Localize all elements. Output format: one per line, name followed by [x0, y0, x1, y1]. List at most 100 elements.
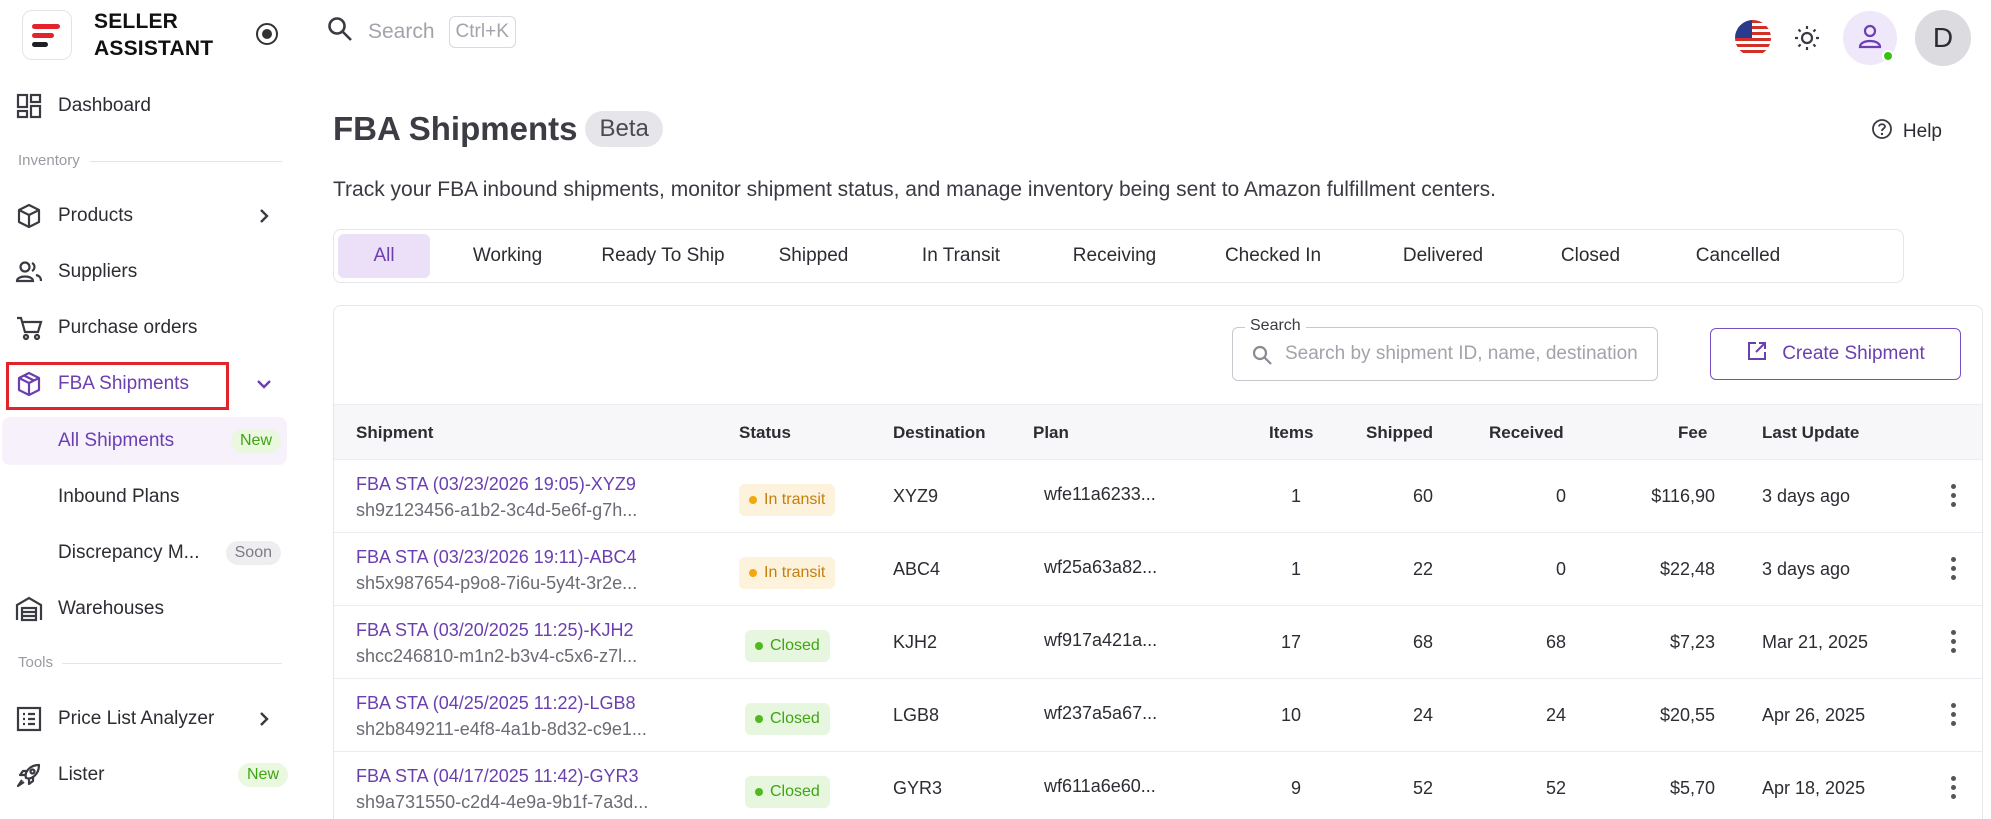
help-button[interactable]: Help: [1871, 118, 1942, 146]
tab-ready-to-ship[interactable]: Ready To Ship: [585, 234, 741, 278]
highlight-box: [6, 362, 229, 410]
brand[interactable]: SELLER ASSISTANT: [22, 8, 213, 62]
column-header-shipment[interactable]: Shipment: [356, 423, 433, 443]
us-flag-icon[interactable]: [1735, 20, 1771, 56]
page-description: Track your FBA inbound shipments, monito…: [333, 178, 1496, 201]
sidebar-item-price-list-analyzer[interactable]: Price List Analyzer: [14, 699, 214, 739]
shipment-name-link[interactable]: FBA STA (03/20/2025 11:25)-KJH2: [356, 620, 634, 641]
shipped-cell: 68: [1412, 632, 1433, 652]
column-header-status[interactable]: Status: [739, 423, 791, 443]
create-shipment-button[interactable]: Create Shipment: [1710, 328, 1961, 380]
fee-cell: $5,70: [1669, 778, 1715, 798]
tab-shipped[interactable]: Shipped: [741, 234, 886, 278]
chevron-right-icon[interactable]: [252, 707, 276, 731]
table-row[interactable]: FBA STA (03/23/2026 19:11)-ABC4 sh5x9876…: [334, 533, 1982, 606]
dashboard-icon: [14, 91, 44, 121]
fee-cell: $20,55: [1659, 705, 1715, 725]
sidebar-item-products[interactable]: Products: [14, 196, 133, 236]
warehouse-icon: [14, 594, 44, 624]
table-row[interactable]: FBA STA (03/23/2026 19:05)-XYZ9 sh9z1234…: [334, 460, 1982, 533]
last-update-cell: Mar 21, 2025: [1762, 632, 1869, 652]
chevron-right-icon[interactable]: [252, 204, 276, 228]
sidebar-item-purchase-orders[interactable]: Purchase orders: [14, 308, 197, 348]
status-text: In transit: [764, 491, 826, 508]
column-header-last-update[interactable]: Last Update: [1762, 423, 1859, 443]
more-vertical-icon[interactable]: [1950, 776, 1956, 799]
plan-link[interactable]: wfe11a6233...: [1044, 484, 1156, 505]
sidebar-item-warehouses[interactable]: Warehouses: [14, 589, 164, 629]
help-label: Help: [1902, 121, 1942, 142]
plan-link[interactable]: wf237a5a67...: [1044, 703, 1157, 724]
shipment-search-field[interactable]: Search Search by shipment ID, name, dest…: [1232, 317, 1658, 381]
plan-link[interactable]: wf917a421a...: [1044, 630, 1157, 651]
column-header-destination[interactable]: Destination: [893, 423, 986, 443]
sidebar-item-label: Warehouses: [58, 598, 164, 619]
items-cell: 17: [1280, 632, 1301, 652]
shipment-id: sh5x987654-p9o8-7i6u-5y4t-3r2e...: [356, 573, 638, 593]
fee-cell: $116,90: [1651, 486, 1715, 506]
shipments-card: Search Search by shipment ID, name, dest…: [333, 305, 1983, 819]
list-alt-icon: [14, 704, 44, 734]
shipment-id: shcc246810-m1n2-b3v4-c5x6-z7l...: [356, 646, 638, 666]
more-vertical-icon[interactable]: [1950, 557, 1956, 580]
column-header-shipped[interactable]: Shipped: [1366, 423, 1433, 443]
table-row[interactable]: FBA STA (04/25/2025 11:22)-LGB8 sh2b8492…: [334, 679, 1982, 752]
status-tabs: All Working Ready To Ship Shipped In Tra…: [333, 229, 1904, 283]
chevron-down-icon[interactable]: [252, 372, 276, 396]
tab-in-transit[interactable]: In Transit: [886, 234, 1036, 278]
column-header-plan[interactable]: Plan: [1033, 423, 1069, 443]
shipment-name-link[interactable]: FBA STA (03/23/2026 19:05)-XYZ9: [356, 474, 636, 495]
shipped-cell: 52: [1412, 778, 1433, 798]
user-menu-button[interactable]: [1843, 11, 1897, 65]
table-row[interactable]: FBA STA (04/17/2025 11:42)-GYR3 sh9a7315…: [334, 752, 1982, 819]
more-vertical-icon[interactable]: [1950, 703, 1956, 726]
tab-working[interactable]: Working: [430, 234, 585, 278]
global-search[interactable]: Search Ctrl+K: [326, 15, 516, 48]
section-divider: [62, 663, 282, 664]
plan-link[interactable]: wf611a6e60...: [1044, 776, 1156, 797]
tab-all[interactable]: All: [338, 234, 430, 278]
status-badge: Closed: [745, 630, 830, 662]
tab-checked-in[interactable]: Checked In: [1193, 234, 1353, 278]
sidebar-item-lister[interactable]: Lister New: [14, 755, 288, 795]
shipment-name-link[interactable]: FBA STA (03/23/2026 19:11)-ABC4: [356, 547, 637, 568]
column-header-received[interactable]: Received: [1489, 423, 1564, 443]
external-link-icon: [1746, 340, 1768, 368]
sidebar: SELLER ASSISTANT Dashboard Inventory Pro…: [0, 0, 292, 819]
status-text: Closed: [770, 710, 820, 727]
sun-icon[interactable]: [1789, 20, 1825, 56]
brand-name-line1: SELLER: [94, 10, 179, 33]
sidebar-subitem-all-shipments[interactable]: All Shipments New: [2, 417, 287, 465]
radio-toggle-icon[interactable]: [256, 23, 278, 45]
shipped-cell: 60: [1412, 486, 1433, 506]
brand-logo: [22, 10, 72, 60]
destination-cell: ABC4: [893, 559, 941, 579]
more-vertical-icon[interactable]: [1950, 630, 1956, 653]
tab-closed[interactable]: Closed: [1533, 234, 1648, 278]
tab-receiving[interactable]: Receiving: [1036, 234, 1193, 278]
received-cell: 68: [1545, 632, 1566, 652]
avatar[interactable]: D: [1915, 10, 1971, 66]
tab-cancelled[interactable]: Cancelled: [1648, 234, 1828, 278]
plan-link[interactable]: wf25a63a82...: [1044, 557, 1157, 578]
sidebar-item-suppliers[interactable]: Suppliers: [14, 252, 137, 292]
sidebar-subitem-inbound-plans[interactable]: Inbound Plans: [2, 473, 287, 521]
shipment-name-link[interactable]: FBA STA (04/25/2025 11:22)-LGB8: [356, 693, 636, 714]
search-field-label: Search: [1245, 317, 1306, 335]
sidebar-subitem-discrepancy[interactable]: Discrepancy M... Soon: [2, 529, 287, 577]
sidebar-item-dashboard[interactable]: Dashboard: [14, 86, 151, 126]
soon-badge: Soon: [225, 541, 281, 565]
status-badge: Closed: [745, 776, 830, 808]
global-search-placeholder: Search: [368, 19, 435, 43]
items-cell: 1: [1290, 486, 1301, 506]
column-header-fee[interactable]: Fee: [1678, 423, 1707, 443]
table-header: Shipment Status Destination Plan Items S…: [334, 404, 1982, 460]
more-vertical-icon[interactable]: [1950, 484, 1956, 507]
items-cell: 1: [1290, 559, 1301, 579]
section-divider: [90, 161, 282, 162]
shipment-name-link[interactable]: FBA STA (04/17/2025 11:42)-GYR3: [356, 766, 639, 787]
tab-delivered[interactable]: Delivered: [1353, 234, 1533, 278]
table-row[interactable]: FBA STA (03/20/2025 11:25)-KJH2 shcc2468…: [334, 606, 1982, 679]
column-header-items[interactable]: Items: [1269, 423, 1313, 443]
status-text: In transit: [764, 564, 826, 581]
